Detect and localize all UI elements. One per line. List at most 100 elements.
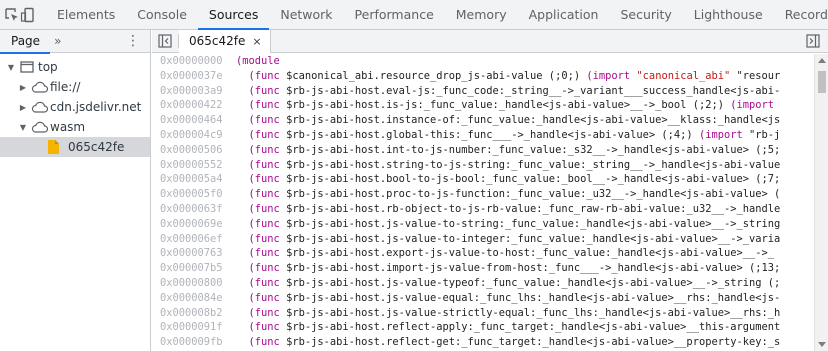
navigator-pane: Page » ⋮ ▼ top ▶ file:// ▶ cdn.jsdelivr.… (0, 30, 151, 351)
tab-recorder-label: Recorder (784, 7, 828, 22)
tree-item-label: cdn.jsdelivr.net (50, 100, 142, 114)
collapsed-arrow-icon[interactable]: ▶ (18, 83, 28, 92)
code-view[interactable]: 0x00000000 (module 0x0000037e (func $canon… (152, 54, 812, 351)
file-tab-label: 065c42fe (189, 34, 246, 48)
tab-page[interactable]: Page (0, 30, 51, 54)
tree-item-label: file:// (50, 80, 81, 94)
cloud-icon (30, 80, 48, 94)
cloud-icon (30, 100, 48, 114)
expanded-arrow-icon[interactable]: ▼ (18, 123, 28, 132)
close-icon[interactable]: × (252, 35, 261, 48)
code-line: 0x000007b5 (func $rb-js-abi-host.import-… (152, 261, 812, 276)
line-text: (func $rb-js-abi-host.eval-js:_func_code… (248, 84, 781, 97)
line-text: (func $rb-js-abi-host.global-this:_func_… (248, 128, 781, 141)
line-address: 0x000003a9 (160, 84, 223, 97)
collapsed-arrow-icon[interactable]: ▶ (18, 103, 28, 112)
expanded-arrow-icon[interactable]: ▼ (6, 63, 16, 72)
tab-elements[interactable]: Elements (46, 0, 126, 29)
inspect-element-icon[interactable] (4, 0, 20, 29)
line-text: (func $rb-js-abi-host.js-value-strictly-… (248, 306, 781, 319)
line-text: (func $rb-js-abi-host.js-value-typeof:_f… (248, 276, 781, 289)
code-line: 0x0000037e (func $canonical_abi.resource… (152, 69, 812, 84)
tree-item-065c42fe[interactable]: 065c42fe (0, 137, 150, 157)
tree-item-label: wasm (50, 120, 86, 134)
line-address: 0x0000084e (160, 291, 223, 304)
code-line: 0x000008b2 (func $rb-js-abi-host.js-valu… (152, 306, 812, 321)
line-text: (func $rb-js-abi-host.export-js-value-to… (248, 247, 775, 260)
kebab-menu-icon[interactable]: ⋮ (126, 34, 140, 48)
tree-item-cdn[interactable]: ▶ cdn.jsdelivr.net (0, 97, 150, 117)
editor-tabbar: 065c42fe × (152, 29, 828, 53)
code-line: 0x00000422 (func $rb-js-abi-host.is-js:_… (152, 98, 812, 113)
line-text: (func $rb-js-abi-host.instance-of:_func_… (248, 114, 781, 127)
code-line: 0x000005a4 (func $rb-js-abi-host.bool-to… (152, 172, 812, 187)
line-address: 0x000009fb (160, 336, 223, 349)
code-line: 0x00000763 (func $rb-js-abi-host.export-… (152, 246, 812, 261)
tab-memory[interactable]: Memory (445, 0, 518, 29)
line-text: (func $rb-js-abi-host.js-value-to-intege… (248, 232, 781, 245)
more-tabs-icon[interactable]: » (54, 34, 61, 48)
scroll-up-arrow-icon[interactable] (818, 58, 826, 63)
tab-network[interactable]: Network (269, 0, 343, 29)
code-line: 0x000006ef (func $rb-js-abi-host.js-valu… (152, 232, 812, 247)
line-text: (func $canonical_abi.resource_drop_js-ab… (248, 69, 781, 82)
line-text: (func $rb-js-abi-host.is-js:_func_value:… (248, 99, 775, 112)
window-icon (18, 60, 36, 74)
line-address: 0x00000422 (160, 99, 223, 112)
line-text: (func $rb-js-abi-host.reflect-apply:_fun… (248, 321, 781, 334)
line-address: 0x0000037e (160, 69, 223, 82)
code-line: 0x000009fb (func $rb-js-abi-host.reflect… (152, 335, 812, 350)
line-text: (func $rb-js-abi-host.js-value-equal:_fu… (248, 291, 781, 304)
line-address: 0x0000063f (160, 202, 223, 215)
code-line: 0x000004c9 (func $rb-js-abi-host.global-… (152, 128, 812, 143)
line-text: (func $rb-js-abi-host.int-to-js-number:_… (248, 143, 781, 156)
devtools-toolbar: Elements Console Sources Network Perform… (0, 0, 828, 30)
tab-lighthouse[interactable]: Lighthouse (683, 0, 774, 29)
device-toolbar-icon[interactable] (20, 0, 36, 29)
line-text: (func $rb-js-abi-host.js-value-to-string… (248, 217, 781, 230)
line-text: (module (236, 55, 280, 67)
file-icon (44, 140, 62, 154)
tab-performance[interactable]: Performance (344, 0, 445, 29)
vertical-scrollbar[interactable] (814, 54, 828, 351)
code-line: 0x00000552 (func $rb-js-abi-host.string-… (152, 158, 812, 173)
line-address: 0x00000000 (160, 55, 223, 67)
tab-console[interactable]: Console (126, 0, 198, 29)
file-tree: ▼ top ▶ file:// ▶ cdn.jsdelivr.net ▼ was… (0, 53, 150, 157)
scrollbar-thumb[interactable] (818, 71, 826, 93)
code-line: 0x00000464 (func $rb-js-abi-host.instanc… (152, 113, 812, 128)
cloud-icon (30, 120, 48, 134)
tree-item-label: top (38, 60, 58, 74)
code-line: 0x0000084e (func $rb-js-abi-host.js-valu… (152, 291, 812, 306)
code-line: 0x00000800 (func $rb-js-abi-host.js-valu… (152, 276, 812, 291)
line-text: (func $rb-js-abi-host.reflect-get:_func_… (248, 336, 781, 349)
code-line: 0x0000063f (func $rb-js-abi-host.rb-obje… (152, 202, 812, 217)
line-address: 0x00000800 (160, 276, 223, 289)
code-line: 0x000005f0 (func $rb-js-abi-host.proc-to… (152, 187, 812, 202)
tree-item-top[interactable]: ▼ top (0, 57, 150, 77)
code-line: 0x0000069e (func $rb-js-abi-host.js-valu… (152, 217, 812, 232)
line-text: (func $rb-js-abi-host.import-js-value-fr… (248, 262, 781, 275)
file-tab-065c42fe[interactable]: 065c42fe × (179, 29, 271, 53)
tab-application[interactable]: Application (518, 0, 610, 29)
code-line: 0x000003a9 (func $rb-js-abi-host.eval-js… (152, 84, 812, 99)
line-address: 0x000005a4 (160, 173, 223, 186)
line-address: 0x00000506 (160, 143, 223, 156)
line-address: 0x0000069e (160, 217, 223, 230)
tab-sources[interactable]: Sources (197, 0, 270, 30)
navigator-header: Page » ⋮ (0, 30, 150, 54)
tab-recorder[interactable]: Recorder (774, 0, 828, 29)
scroll-down-arrow-icon[interactable] (818, 342, 826, 347)
code-line: 0x0000091f (func $rb-js-abi-host.reflect… (152, 320, 812, 335)
line-address: 0x000008b2 (160, 306, 223, 319)
line-text: (func $rb-js-abi-host.proc-to-js-functio… (248, 188, 781, 201)
code-line: 0x00000000 (module (152, 54, 812, 69)
line-address: 0x000006ef (160, 232, 223, 245)
toggle-navigator-icon[interactable] (152, 30, 178, 52)
toggle-debugger-icon[interactable] (806, 34, 820, 48)
tree-item-wasm[interactable]: ▼ wasm (0, 117, 150, 137)
tab-security[interactable]: Security (609, 0, 682, 29)
line-text: (func $rb-js-abi-host.string-to-js-strin… (248, 158, 781, 171)
tree-item-file[interactable]: ▶ file:// (0, 77, 150, 97)
line-text: (func $rb-js-abi-host.bool-to-js-bool:_f… (248, 173, 781, 186)
